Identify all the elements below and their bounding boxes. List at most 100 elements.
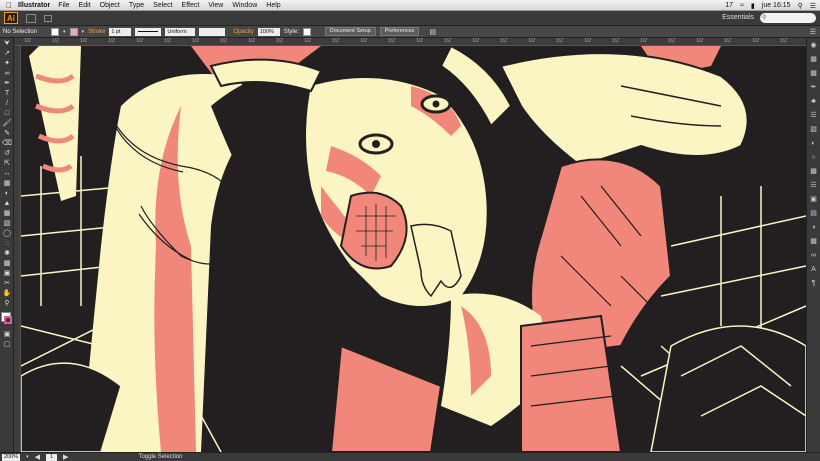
lasso-icon[interactable]: ∞ bbox=[2, 69, 12, 78]
appearance-icon[interactable]: ○ bbox=[809, 153, 818, 162]
pen-tool-icon[interactable]: ✒ bbox=[2, 79, 12, 88]
dropdown-icon[interactable]: ▾ bbox=[82, 29, 85, 35]
ai-status-badge[interactable]: 17 bbox=[725, 2, 733, 9]
gradient-tool-icon[interactable]: ▧ bbox=[2, 219, 12, 228]
artboard-number[interactable]: 1 bbox=[45, 453, 58, 461]
stroke-label[interactable]: Stroke bbox=[88, 29, 105, 35]
pathfinder-icon[interactable]: ◑ bbox=[809, 223, 818, 232]
fill-swatch[interactable] bbox=[51, 27, 60, 36]
arrange-documents-icon[interactable] bbox=[26, 13, 36, 23]
perspective-grid-icon[interactable]: ▲ bbox=[2, 199, 12, 208]
dropdown-icon[interactable]: ▾ bbox=[26, 454, 29, 460]
hand-tool-icon[interactable]: ✋ bbox=[2, 289, 12, 298]
line-tool-icon[interactable]: / bbox=[2, 99, 12, 108]
character-icon[interactable]: A bbox=[809, 265, 818, 274]
spotlight-icon[interactable]: ⚲ bbox=[798, 2, 803, 10]
menu-file[interactable]: File bbox=[58, 2, 69, 9]
vertical-ruler[interactable] bbox=[14, 46, 21, 452]
menu-object[interactable]: Object bbox=[100, 2, 120, 9]
bridge-icon[interactable] bbox=[44, 14, 52, 22]
gradient-panel-icon[interactable]: ▧ bbox=[809, 125, 818, 134]
ruler-tick-label: 1/2 bbox=[220, 38, 227, 44]
drawing-modes-icon[interactable]: ▣ bbox=[2, 330, 12, 339]
illustrator-logo: Ai bbox=[4, 12, 18, 24]
rectangle-tool-icon[interactable]: □ bbox=[2, 109, 12, 118]
shape-builder-icon[interactable]: ◐ bbox=[2, 189, 12, 198]
search-input[interactable]: ⚲ bbox=[760, 13, 816, 23]
zoom-tool-icon[interactable]: ⚲ bbox=[2, 299, 12, 308]
symbols-icon[interactable]: ♣ bbox=[809, 97, 818, 106]
artboards-icon[interactable]: ▣ bbox=[809, 195, 818, 204]
menu-window[interactable]: Window bbox=[232, 2, 257, 9]
battery-icon[interactable]: ▮ bbox=[751, 2, 755, 10]
opacity-field[interactable]: 100% bbox=[257, 27, 280, 36]
brush-definition[interactable] bbox=[199, 27, 226, 36]
column-graph-icon[interactable]: ▩ bbox=[2, 259, 12, 268]
menu-select[interactable]: Select bbox=[153, 2, 172, 9]
menu-view[interactable]: View bbox=[208, 2, 223, 9]
direct-selection-tool-icon[interactable]: ↗ bbox=[2, 49, 12, 58]
ruler-tick-label: 1/2 bbox=[640, 38, 647, 44]
selection-tool-icon[interactable]: ⮟ bbox=[2, 39, 12, 48]
menu-effect[interactable]: Effect bbox=[182, 2, 200, 9]
width-tool-icon[interactable]: ↔ bbox=[2, 169, 12, 178]
panel-menu-icon[interactable]: ☰ bbox=[810, 28, 816, 36]
type-tool-icon[interactable]: T bbox=[2, 89, 12, 98]
blend-tool-icon[interactable]: ◌ bbox=[2, 239, 12, 248]
align-panel-icon[interactable]: ▤ bbox=[809, 209, 818, 218]
stroke-panel-icon[interactable]: ☰ bbox=[809, 111, 818, 120]
graphic-styles-icon[interactable]: ▩ bbox=[809, 167, 818, 176]
ruler-tick-label: 1/2 bbox=[724, 38, 731, 44]
dropdown-icon[interactable]: ▾ bbox=[63, 29, 66, 35]
paragraph-icon[interactable]: ¶ bbox=[809, 279, 818, 288]
apple-menu-icon[interactable]:  bbox=[0, 1, 18, 10]
scale-tool-icon[interactable]: ⇱ bbox=[2, 159, 12, 168]
variable-width-profile[interactable]: Uniform bbox=[165, 27, 196, 36]
screen-mode-icon[interactable]: ▢ bbox=[2, 340, 12, 349]
fill-stroke-indicator[interactable] bbox=[1, 312, 13, 326]
first-artboard-icon[interactable]: ◀ bbox=[35, 453, 40, 461]
graphic-style-swatch[interactable] bbox=[302, 27, 311, 36]
eyedropper-icon[interactable]: ◯ bbox=[2, 229, 12, 238]
magic-wand-icon[interactable]: ✦ bbox=[2, 59, 12, 68]
swatches-icon[interactable]: ▦ bbox=[809, 69, 818, 78]
links-icon[interactable]: ∞ bbox=[809, 251, 818, 260]
zoom-level[interactable]: 200% bbox=[2, 453, 21, 461]
rotate-tool-icon[interactable]: ↺ bbox=[2, 149, 12, 158]
horizontal-ruler[interactable]: 1/2 1/2 1/2 1/2 1/2 1/2 1/2 1/2 1/2 1/2 1/2 1/2 1/2 1… bbox=[14, 38, 806, 46]
menu-type[interactable]: Type bbox=[129, 2, 144, 9]
transparency-icon[interactable]: ◐ bbox=[809, 139, 818, 148]
symbol-sprayer-icon[interactable]: ✺ bbox=[2, 249, 12, 258]
brushes-icon[interactable]: ✒ bbox=[809, 83, 818, 92]
wifi-icon[interactable]: ≈ bbox=[740, 2, 744, 9]
stroke-swatch[interactable] bbox=[69, 27, 78, 36]
transform-panel-icon[interactable]: ▦ bbox=[809, 237, 818, 246]
ruler-tick-label: 1/2 bbox=[500, 38, 507, 44]
eraser-icon[interactable]: ⌫ bbox=[2, 139, 12, 148]
document-setup-button[interactable]: Document Setup bbox=[324, 27, 376, 36]
app-menu[interactable]: Illustrator bbox=[18, 2, 50, 9]
status-message[interactable]: Toggle Selection bbox=[138, 454, 182, 460]
mac-menubar:  Illustrator File Edit Object Type Sele… bbox=[0, 0, 820, 11]
color-panel-icon[interactable]: ◉ bbox=[809, 41, 818, 50]
notification-icon[interactable]: ☰ bbox=[810, 2, 816, 10]
stroke-line-preview[interactable] bbox=[135, 27, 162, 36]
opacity-label[interactable]: Opacity bbox=[233, 29, 253, 35]
clock[interactable]: jue 16:15 bbox=[762, 2, 791, 9]
paintbrush-icon[interactable]: 🖌 bbox=[2, 119, 12, 128]
menu-edit[interactable]: Edit bbox=[79, 2, 91, 9]
align-icon[interactable]: ▤ bbox=[429, 28, 436, 36]
next-artboard-icon[interactable]: ▶ bbox=[63, 453, 68, 461]
layers-icon[interactable]: ☰ bbox=[809, 181, 818, 190]
color-guide-icon[interactable]: ▦ bbox=[809, 55, 818, 64]
artboard-canvas[interactable] bbox=[21, 46, 806, 452]
artboard-tool-icon[interactable]: ▣ bbox=[2, 269, 12, 278]
stroke-weight-field[interactable]: 1 pt bbox=[109, 27, 132, 36]
preferences-button[interactable]: Preferences bbox=[379, 27, 420, 36]
slice-tool-icon[interactable]: ✂ bbox=[2, 279, 12, 288]
mesh-tool-icon[interactable]: ▦ bbox=[2, 209, 12, 218]
pencil-icon[interactable]: ✎ bbox=[2, 129, 12, 138]
free-transform-icon[interactable]: ▦ bbox=[2, 179, 12, 188]
workspace-switcher[interactable]: Essentials bbox=[722, 14, 754, 21]
menu-help[interactable]: Help bbox=[266, 2, 280, 9]
